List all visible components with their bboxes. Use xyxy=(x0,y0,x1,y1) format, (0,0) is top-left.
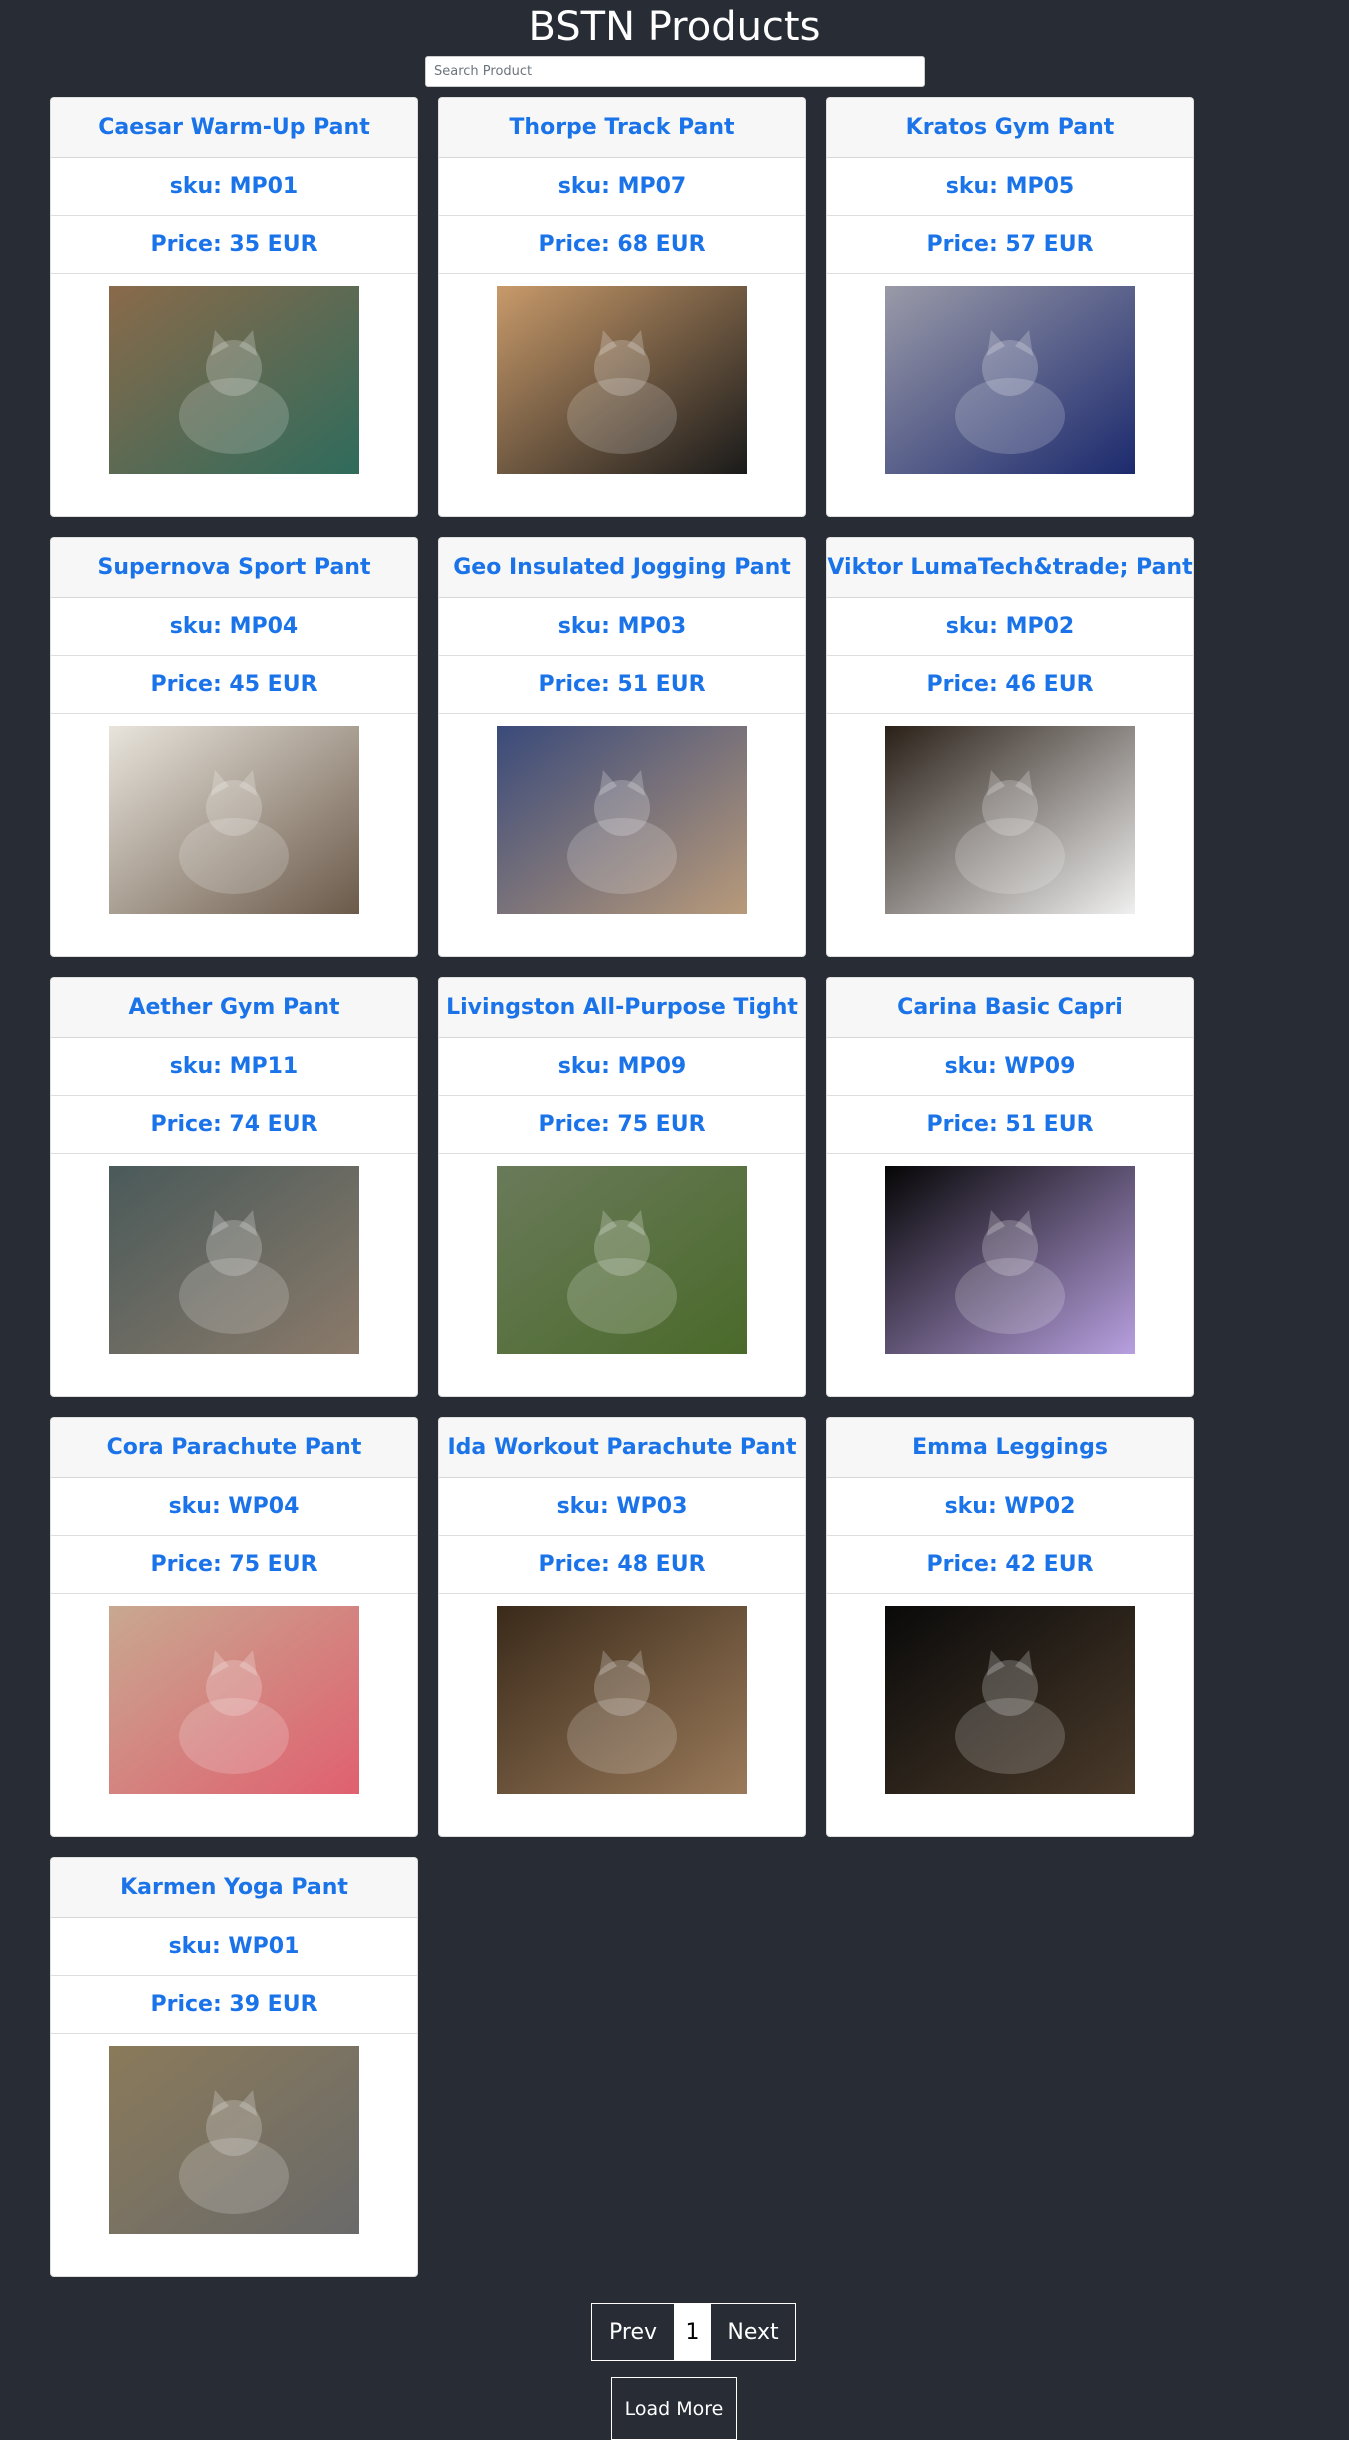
product-card[interactable]: Kratos Gym Pant sku: MP05 Price: 57 EUR xyxy=(826,97,1194,517)
product-name: Ida Workout Parachute Pant xyxy=(439,1418,805,1478)
cat-photo-placeholder xyxy=(109,2046,359,2234)
product-name: Supernova Sport Pant xyxy=(51,538,417,598)
product-image xyxy=(885,1606,1135,1794)
product-sku: sku: MP02 xyxy=(827,598,1193,656)
product-name: Viktor LumaTech&trade; Pant xyxy=(827,538,1193,598)
product-card[interactable]: Karmen Yoga Pant sku: WP01 Price: 39 EUR xyxy=(50,1857,418,2277)
product-image xyxy=(885,286,1135,474)
cat-photo-placeholder xyxy=(109,1166,359,1354)
product-price: Price: 57 EUR xyxy=(827,216,1193,274)
product-name: Cora Parachute Pant xyxy=(51,1418,417,1478)
page-title: BSTN Products xyxy=(528,4,821,50)
product-name: Thorpe Track Pant xyxy=(439,98,805,158)
product-image xyxy=(109,286,359,474)
product-image xyxy=(885,1166,1135,1354)
product-sku: sku: MP07 xyxy=(439,158,805,216)
search-input[interactable] xyxy=(425,56,925,87)
cat-photo-placeholder xyxy=(109,1606,359,1794)
product-card[interactable]: Emma Leggings sku: WP02 Price: 42 EUR xyxy=(826,1417,1194,1837)
product-sku: sku: WP09 xyxy=(827,1038,1193,1096)
product-name: Kratos Gym Pant xyxy=(827,98,1193,158)
product-sku: sku: WP04 xyxy=(51,1478,417,1536)
product-name: Geo Insulated Jogging Pant xyxy=(439,538,805,598)
product-price: Price: 35 EUR xyxy=(51,216,417,274)
product-sku: sku: MP01 xyxy=(51,158,417,216)
product-image xyxy=(109,1166,359,1354)
product-price: Price: 51 EUR xyxy=(439,656,805,714)
product-sku: sku: MP09 xyxy=(439,1038,805,1096)
prev-button[interactable]: Prev xyxy=(591,2303,675,2361)
product-name: Emma Leggings xyxy=(827,1418,1193,1478)
product-price: Price: 39 EUR xyxy=(51,1976,417,2034)
product-sku: sku: MP03 xyxy=(439,598,805,656)
page-number-button[interactable]: 1 xyxy=(675,2303,710,2361)
product-grid: Caesar Warm-Up Pant sku: MP01 Price: 35 … xyxy=(50,97,1194,2277)
product-card[interactable]: Supernova Sport Pant sku: MP04 Price: 45… xyxy=(50,537,418,957)
product-card[interactable]: Ida Workout Parachute Pant sku: WP03 Pri… xyxy=(438,1417,806,1837)
cat-photo-placeholder xyxy=(885,1606,1135,1794)
product-card[interactable]: Aether Gym Pant sku: MP11 Price: 74 EUR xyxy=(50,977,418,1397)
product-sku: sku: MP04 xyxy=(51,598,417,656)
product-price: Price: 74 EUR xyxy=(51,1096,417,1154)
cat-photo-placeholder xyxy=(109,286,359,474)
product-card[interactable]: Geo Insulated Jogging Pant sku: MP03 Pri… xyxy=(438,537,806,957)
product-price: Price: 48 EUR xyxy=(439,1536,805,1594)
product-image xyxy=(497,286,747,474)
cat-photo-placeholder xyxy=(497,286,747,474)
product-sku: sku: WP03 xyxy=(439,1478,805,1536)
product-name: Caesar Warm-Up Pant xyxy=(51,98,417,158)
product-card[interactable]: Carina Basic Capri sku: WP09 Price: 51 E… xyxy=(826,977,1194,1397)
cat-photo-placeholder xyxy=(885,726,1135,914)
cat-photo-placeholder xyxy=(497,1166,747,1354)
pagination: Prev 1 Next xyxy=(591,2303,796,2361)
product-price: Price: 46 EUR xyxy=(827,656,1193,714)
cat-photo-placeholder xyxy=(109,726,359,914)
product-sku: sku: MP05 xyxy=(827,158,1193,216)
product-name: Aether Gym Pant xyxy=(51,978,417,1038)
cat-photo-placeholder xyxy=(497,726,747,914)
product-sku: sku: WP02 xyxy=(827,1478,1193,1536)
product-name: Livingston All-Purpose Tight xyxy=(439,978,805,1038)
product-sku: sku: WP01 xyxy=(51,1918,417,1976)
product-card[interactable]: Viktor LumaTech&trade; Pant sku: MP02 Pr… xyxy=(826,537,1194,957)
product-image xyxy=(497,1166,747,1354)
product-sku: sku: MP11 xyxy=(51,1038,417,1096)
product-image xyxy=(109,2046,359,2234)
product-image xyxy=(497,1606,747,1794)
product-image xyxy=(885,726,1135,914)
cat-photo-placeholder xyxy=(885,1166,1135,1354)
cat-photo-placeholder xyxy=(885,286,1135,474)
product-card[interactable]: Caesar Warm-Up Pant sku: MP01 Price: 35 … xyxy=(50,97,418,517)
next-button[interactable]: Next xyxy=(710,2303,796,2361)
product-price: Price: 45 EUR xyxy=(51,656,417,714)
product-image xyxy=(109,1606,359,1794)
product-price: Price: 75 EUR xyxy=(51,1536,417,1594)
cat-photo-placeholder xyxy=(497,1606,747,1794)
product-price: Price: 75 EUR xyxy=(439,1096,805,1154)
product-image xyxy=(497,726,747,914)
product-name: Carina Basic Capri xyxy=(827,978,1193,1038)
product-card[interactable]: Thorpe Track Pant sku: MP07 Price: 68 EU… xyxy=(438,97,806,517)
product-name: Karmen Yoga Pant xyxy=(51,1858,417,1918)
product-card[interactable]: Livingston All-Purpose Tight sku: MP09 P… xyxy=(438,977,806,1397)
product-price: Price: 42 EUR xyxy=(827,1536,1193,1594)
product-card[interactable]: Cora Parachute Pant sku: WP04 Price: 75 … xyxy=(50,1417,418,1837)
product-price: Price: 51 EUR xyxy=(827,1096,1193,1154)
product-image xyxy=(109,726,359,914)
load-more-button[interactable]: Load More xyxy=(611,2377,737,2440)
product-price: Price: 68 EUR xyxy=(439,216,805,274)
